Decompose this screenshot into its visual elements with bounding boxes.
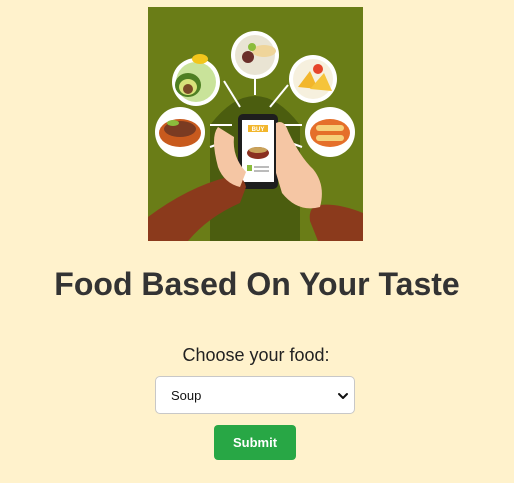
submit-button[interactable]: Submit — [214, 425, 296, 460]
food-ordering-illustration: BUY — [148, 7, 363, 241]
chevron-down-icon — [338, 393, 348, 399]
food-select-label: Choose your food: — [182, 345, 330, 365]
food-select-value: Soup — [171, 388, 202, 403]
food-select[interactable]: Soup — [155, 376, 355, 414]
buy-label: BUY — [252, 127, 265, 133]
page-title: Food Based On Your Taste — [54, 266, 460, 302]
